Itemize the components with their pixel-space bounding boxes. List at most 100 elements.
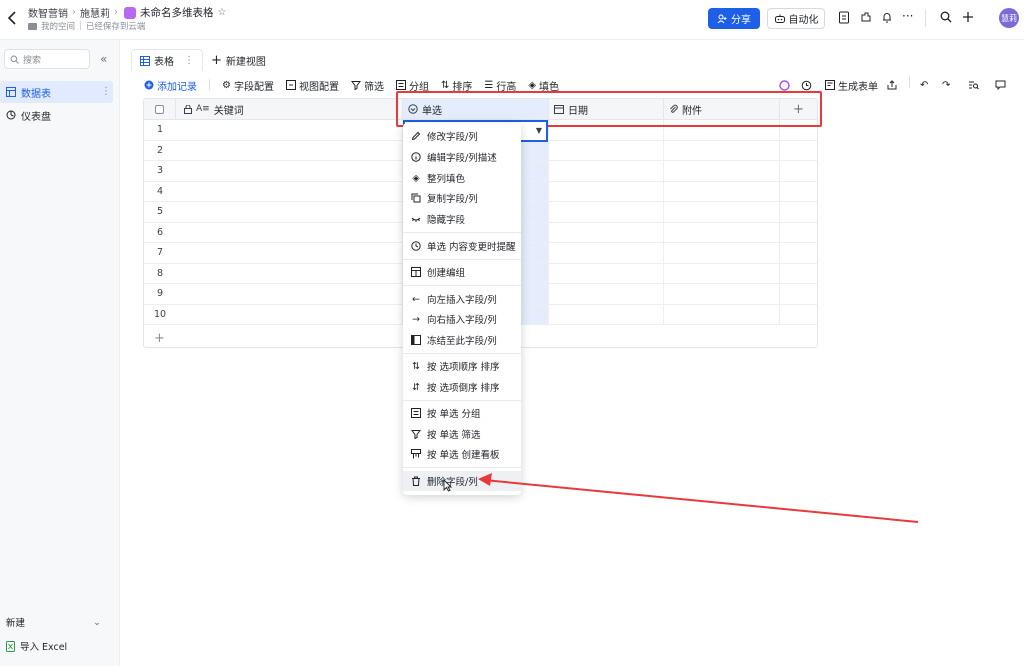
table-cell[interactable]	[664, 202, 780, 222]
more-vertical-icon[interactable]: ⋮	[101, 86, 111, 97]
table-cell[interactable]	[664, 140, 780, 160]
avatar[interactable]: 慧莉	[999, 8, 1019, 28]
menu-item-create-kanban[interactable]: 按 单选 创建看板	[403, 444, 521, 464]
gear-icon: ⚙	[222, 79, 231, 91]
find-replace-icon[interactable]	[968, 80, 979, 90]
view-tabs: 表格 ⋮ + 新建视图	[131, 48, 266, 72]
back-arrow-icon[interactable]	[6, 9, 20, 27]
menu-item-group-by[interactable]: 按 单选 分组	[403, 403, 521, 423]
field-config-label: 字段配置	[233, 81, 274, 93]
search-icon[interactable]	[940, 11, 954, 25]
ai-icon[interactable]	[779, 79, 790, 91]
plus-icon[interactable]	[962, 11, 976, 25]
table-cell[interactable]	[664, 304, 780, 324]
select-all-checkbox[interactable]	[144, 99, 176, 120]
table-cell[interactable]	[664, 181, 780, 201]
new-item-button[interactable]: 新建 ⌄	[0, 614, 120, 630]
sidebar-item-label: 仪表盘	[21, 111, 51, 123]
more-vertical-icon[interactable]: ⋮	[184, 55, 194, 66]
copy-icon	[411, 193, 421, 203]
menu-item-sort-ascending[interactable]: ⇅ 按 选项顺序 排序	[403, 356, 521, 376]
menu-item-sort-descending[interactable]: ⇵ 按 选项倒序 排序	[403, 377, 521, 397]
comment-icon[interactable]	[995, 80, 1006, 90]
menu-item-freeze-column[interactable]: 冻结至此字段/列	[403, 330, 521, 350]
table-cell[interactable]	[176, 181, 403, 201]
tab-grid-view[interactable]: 表格 ⋮	[131, 49, 203, 71]
new-view-button[interactable]: + 新建视图	[211, 53, 266, 68]
table-cell[interactable]	[549, 284, 664, 304]
menu-item-delete-field[interactable]: 删除字段/列	[403, 471, 521, 491]
menu-divider	[403, 400, 521, 401]
share-button[interactable]: 分享	[708, 8, 760, 29]
menu-item-edit-description[interactable]: 编辑字段/列描述	[403, 147, 521, 167]
table-cell[interactable]	[549, 202, 664, 222]
generate-form-button[interactable]: 生成表单	[825, 78, 878, 93]
table-cell[interactable]	[549, 140, 664, 160]
doc-title[interactable]: 未命名多维表格	[140, 5, 214, 20]
filter-button[interactable]: 筛选	[350, 78, 384, 93]
chevron-right-icon: ›	[114, 7, 118, 18]
new-view-label: 新建视图	[225, 56, 266, 68]
puzzle-icon[interactable]	[860, 11, 874, 25]
import-excel-button[interactable]: 导入 Excel	[0, 638, 120, 654]
menu-item-copy-field[interactable]: 复制字段/列	[403, 188, 521, 208]
field-config-button[interactable]: ⚙ 字段配置	[222, 78, 274, 93]
star-icon[interactable]: ☆	[218, 7, 227, 18]
history-icon[interactable]	[801, 80, 812, 91]
row-number: 2	[156, 144, 164, 156]
table-cell[interactable]	[664, 222, 780, 242]
breadcrumb-item[interactable]: 数智营销	[28, 5, 68, 20]
menu-item-edit-field[interactable]: 修改字段/列	[403, 126, 521, 146]
plus-icon: +	[211, 52, 222, 68]
more-icon[interactable]: ···	[902, 9, 916, 23]
view-config-button[interactable]: 视图配置	[285, 78, 339, 93]
add-record-button[interactable]: 添加记录	[144, 78, 197, 93]
row-number: 1	[156, 124, 164, 136]
table-cell[interactable]	[176, 243, 403, 263]
table-cell[interactable]	[176, 222, 403, 242]
table-cell[interactable]	[549, 243, 664, 263]
table-cell[interactable]	[549, 181, 664, 201]
menu-item-fill-column[interactable]: ◈ 整列填色	[403, 168, 521, 188]
table-cell[interactable]	[176, 140, 403, 160]
table-cell[interactable]	[664, 243, 780, 263]
sidebar-item-data-table[interactable]: 数据表 ⋮	[0, 81, 113, 103]
automation-button[interactable]: 自动化	[767, 8, 825, 29]
menu-item-create-group[interactable]: 创建编组	[403, 262, 521, 282]
menu-item-filter-by[interactable]: 按 单选 筛选	[403, 424, 521, 444]
redo-icon[interactable]: ↷	[942, 80, 950, 91]
collapse-sidebar-icon[interactable]: «	[100, 53, 107, 65]
table-cell[interactable]	[176, 161, 403, 181]
menu-item-label: 按 选项顺序 排序	[427, 362, 500, 373]
table-cell[interactable]	[549, 304, 664, 324]
sort-ascending-icon: ⇅	[412, 360, 420, 372]
breadcrumb-item[interactable]: 施慧莉	[80, 5, 110, 20]
undo-icon[interactable]: ↶	[920, 80, 928, 91]
table-cell[interactable]	[176, 284, 403, 304]
location-label[interactable]: 我的空间	[41, 20, 75, 32]
menu-item-change-reminder[interactable]: 单选 内容变更时提醒	[403, 236, 521, 256]
search-input[interactable]: 搜索	[4, 49, 90, 69]
menu-divider	[403, 232, 521, 233]
menu-item-insert-left[interactable]: ← 向左插入字段/列	[403, 289, 521, 309]
menu-item-insert-right[interactable]: → 向右插入字段/列	[403, 309, 521, 329]
table-cell[interactable]	[176, 202, 403, 222]
table-cell[interactable]	[549, 263, 664, 283]
row-number: 4	[156, 185, 164, 197]
table-cell[interactable]	[549, 161, 664, 181]
add-row-button[interactable]: +	[154, 331, 165, 346]
sidebar-item-dashboard[interactable]: 仪表盘	[0, 104, 113, 126]
table-cell[interactable]	[176, 263, 403, 283]
bell-icon[interactable]	[881, 11, 895, 25]
chevron-down-icon[interactable]: ▼	[536, 126, 542, 135]
table-cell[interactable]	[176, 304, 403, 324]
table-cell[interactable]	[549, 222, 664, 242]
table-cell[interactable]	[664, 263, 780, 283]
document-icon[interactable]	[838, 11, 852, 25]
menu-item-hide-field[interactable]: 隐藏字段	[403, 209, 521, 229]
table-cell[interactable]	[664, 284, 780, 304]
table-cell[interactable]	[176, 120, 403, 140]
table-cell[interactable]	[664, 161, 780, 181]
column-header-keyword[interactable]: A≡ 关键词	[176, 99, 403, 120]
export-icon[interactable]	[887, 80, 897, 90]
